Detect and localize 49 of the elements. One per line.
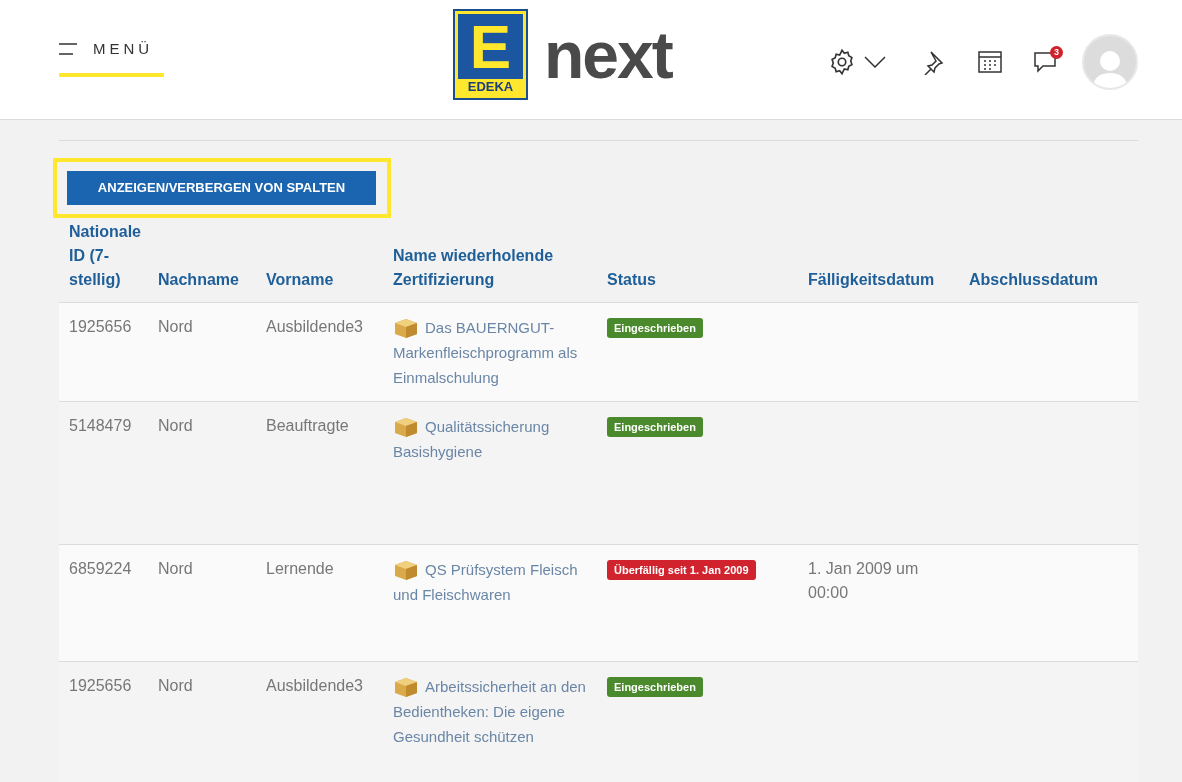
logo-brand: EDEKA [467,79,514,95]
pin-icon [922,49,946,75]
calendar-button[interactable] [978,51,1002,73]
table-cell: Nord [158,318,193,335]
column-header[interactable]: Fälligkeitsdatum [808,268,961,292]
calendar-icon [978,51,1002,73]
column-header[interactable]: Nachname [158,268,258,292]
table-cell: Lernende [266,560,334,577]
box-icon [393,416,419,438]
notification-badge: 3 [1050,46,1063,59]
column-header[interactable]: Status [607,268,800,292]
table-cell: 1. Jan 2009 um 00:00 [808,560,919,601]
certification-link[interactable]: Arbeitssicherheit an den Bedientheken: Die eigene Gesundheit schützen [393,674,589,749]
menu-button[interactable]: MENÜ [59,38,164,77]
toggle-columns-button[interactable]: ANZEIGEN/VERBERGEN VON SPALTEN [67,171,376,205]
certification-link[interactable]: Qualitätssicherung Basishygiene [393,414,589,464]
settings-button[interactable] [828,48,886,76]
table-cell: Beauftragte [266,417,349,434]
table-cell: Ausbildende3 [266,677,363,694]
table-cell: Nord [158,560,193,577]
box-icon [393,317,419,339]
table-cell: Ausbildende3 [266,318,363,335]
logo-letter: E [469,15,512,78]
table-row[interactable]: 5148479 Nord Beauftragte Qualitätssicherung Basishygiene Eingeschrieben [59,401,1138,545]
table-cell: Nord [158,677,193,694]
status-badge: Eingeschrieben [607,417,703,437]
table-cell: 5148479 [69,417,132,434]
box-icon [393,676,419,698]
table-cell: Nord [158,417,193,434]
table-cell: 1925656 [69,677,132,694]
column-header[interactable]: Abschlussdatum [969,268,1130,292]
status-badge: Eingeschrieben [607,677,703,697]
table-row[interactable]: 1925656 Nord Ausbildende3 Das BAUERNGUT-Markenfleischprogramm als Einmalschulung Eingeschrieben [59,302,1138,402]
certification-link[interactable]: QS Prüfsystem Fleisch und Fleischwaren [393,557,589,607]
menu-icon [59,43,77,56]
table-row[interactable]: 6859224 Nord Lernende QS Prüfsystem Fleisch und Fleischwaren Überfällig seit 1. Jan 2009 1. Jan 2009 um 00:00 [59,544,1138,662]
table-cell: 6859224 [69,560,132,577]
column-header[interactable]: Name wiederholende Zertifizierung [393,244,599,292]
certification-link[interactable]: Das BAUERNGUT-Markenfleischprogramm als Einmalschulung [393,315,589,390]
column-header[interactable]: Nationale ID (7-stellig) [69,220,139,292]
box-icon [393,559,419,581]
column-header[interactable]: Vorname [266,268,385,292]
table-cell: 1925656 [69,318,132,335]
settings-icon [828,48,856,76]
status-badge: Eingeschrieben [607,318,703,338]
logo-wordmark: next [544,21,672,88]
chevron-down-icon [864,56,886,68]
pin-button[interactable] [922,49,946,75]
status-badge: Überfällig seit 1. Jan 2009 [607,560,756,580]
